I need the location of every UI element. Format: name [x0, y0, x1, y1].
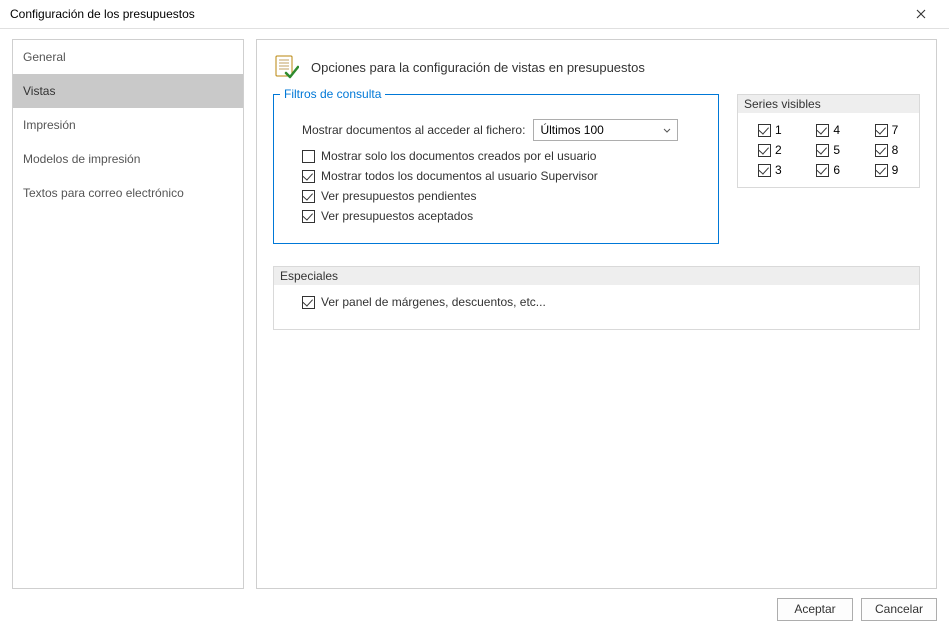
- series-check-5[interactable]: 5: [816, 143, 846, 157]
- sidebar: General Vistas Impresión Modelos de impr…: [12, 39, 244, 589]
- sidebar-item-label: Impresión: [23, 118, 76, 132]
- group-series: Series visibles 1 4 7 2 5 8 3 6 9: [737, 94, 920, 188]
- check-label: Mostrar todos los documentos al usuario …: [321, 169, 598, 183]
- sidebar-item-vistas[interactable]: Vistas: [13, 74, 243, 108]
- series-check-2[interactable]: 2: [758, 143, 788, 157]
- button-bar: Aceptar Cancelar: [0, 589, 949, 629]
- series-check-3[interactable]: 3: [758, 163, 788, 177]
- check-supervisor[interactable]: Mostrar todos los documentos al usuario …: [302, 169, 704, 183]
- button-label: Cancelar: [875, 602, 923, 616]
- mostrar-select[interactable]: Últimos 100: [533, 119, 678, 141]
- page-title: Opciones para la configuración de vistas…: [311, 60, 645, 75]
- checkbox[interactable]: [302, 210, 315, 223]
- main-panel: Opciones para la configuración de vistas…: [256, 39, 937, 589]
- checkbox[interactable]: [302, 150, 315, 163]
- check-solo-usuario[interactable]: Mostrar solo los documentos creados por …: [302, 149, 704, 163]
- checkbox[interactable]: [758, 144, 771, 157]
- accept-button[interactable]: Aceptar: [777, 598, 853, 621]
- checkbox[interactable]: [758, 164, 771, 177]
- mostrar-label: Mostrar documentos al acceder al fichero…: [302, 123, 525, 137]
- series-check-8[interactable]: 8: [875, 143, 905, 157]
- series-check-7[interactable]: 7: [875, 123, 905, 137]
- checkbox[interactable]: [816, 144, 829, 157]
- document-check-icon: [273, 54, 299, 80]
- group-filtros: Filtros de consulta Mostrar documentos a…: [273, 94, 719, 244]
- checkbox[interactable]: [875, 164, 888, 177]
- sidebar-item-label: Vistas: [23, 84, 55, 98]
- series-label: 2: [775, 143, 782, 157]
- series-check-4[interactable]: 4: [816, 123, 846, 137]
- titlebar: Configuración de los presupuestos: [0, 0, 949, 29]
- checkbox[interactable]: [758, 124, 771, 137]
- sidebar-item-textos[interactable]: Textos para correo electrónico: [13, 176, 243, 210]
- check-aceptados[interactable]: Ver presupuestos aceptados: [302, 209, 704, 223]
- sidebar-item-label: Modelos de impresión: [23, 152, 140, 166]
- checkbox[interactable]: [302, 296, 315, 309]
- check-pendientes[interactable]: Ver presupuestos pendientes: [302, 189, 704, 203]
- row-panels: Filtros de consulta Mostrar documentos a…: [273, 94, 920, 244]
- cancel-button[interactable]: Cancelar: [861, 598, 937, 621]
- check-label: Ver panel de márgenes, descuentos, etc..…: [321, 295, 546, 309]
- sidebar-item-modelos[interactable]: Modelos de impresión: [13, 142, 243, 176]
- group-filtros-label: Filtros de consulta: [280, 87, 385, 101]
- group-especiales: Especiales Ver panel de márgenes, descue…: [273, 266, 920, 330]
- series-check-9[interactable]: 9: [875, 163, 905, 177]
- mostrar-row: Mostrar documentos al acceder al fichero…: [302, 119, 704, 141]
- series-label: 4: [833, 123, 840, 137]
- sidebar-item-label: General: [23, 50, 66, 64]
- check-label: Mostrar solo los documentos creados por …: [321, 149, 596, 163]
- select-value: Últimos 100: [540, 123, 603, 137]
- group-series-label: Series visibles: [738, 95, 919, 113]
- series-check-6[interactable]: 6: [816, 163, 846, 177]
- checkbox[interactable]: [816, 164, 829, 177]
- series-label: 5: [833, 143, 840, 157]
- close-button[interactable]: [901, 0, 941, 28]
- close-icon: [916, 9, 926, 19]
- checkbox[interactable]: [302, 190, 315, 203]
- check-label: Ver presupuestos aceptados: [321, 209, 473, 223]
- series-grid: 1 4 7 2 5 8 3 6 9: [758, 123, 905, 177]
- sidebar-item-general[interactable]: General: [13, 40, 243, 74]
- series-label: 7: [892, 123, 899, 137]
- group-especiales-label: Especiales: [274, 267, 919, 285]
- content-wrap: General Vistas Impresión Modelos de impr…: [0, 29, 949, 589]
- series-check-1[interactable]: 1: [758, 123, 788, 137]
- series-label: 8: [892, 143, 899, 157]
- checkbox[interactable]: [875, 124, 888, 137]
- button-label: Aceptar: [794, 602, 835, 616]
- series-label: 9: [892, 163, 899, 177]
- check-label: Ver presupuestos pendientes: [321, 189, 476, 203]
- checkbox[interactable]: [816, 124, 829, 137]
- series-label: 6: [833, 163, 840, 177]
- checkbox[interactable]: [302, 170, 315, 183]
- page-header: Opciones para la configuración de vistas…: [273, 54, 920, 80]
- sidebar-item-impresion[interactable]: Impresión: [13, 108, 243, 142]
- checkbox[interactable]: [875, 144, 888, 157]
- series-label: 3: [775, 163, 782, 177]
- check-panel-margenes[interactable]: Ver panel de márgenes, descuentos, etc..…: [302, 295, 905, 309]
- series-label: 1: [775, 123, 782, 137]
- chevron-down-icon: [663, 123, 671, 137]
- window-title: Configuración de los presupuestos: [10, 7, 901, 21]
- sidebar-item-label: Textos para correo electrónico: [23, 186, 184, 200]
